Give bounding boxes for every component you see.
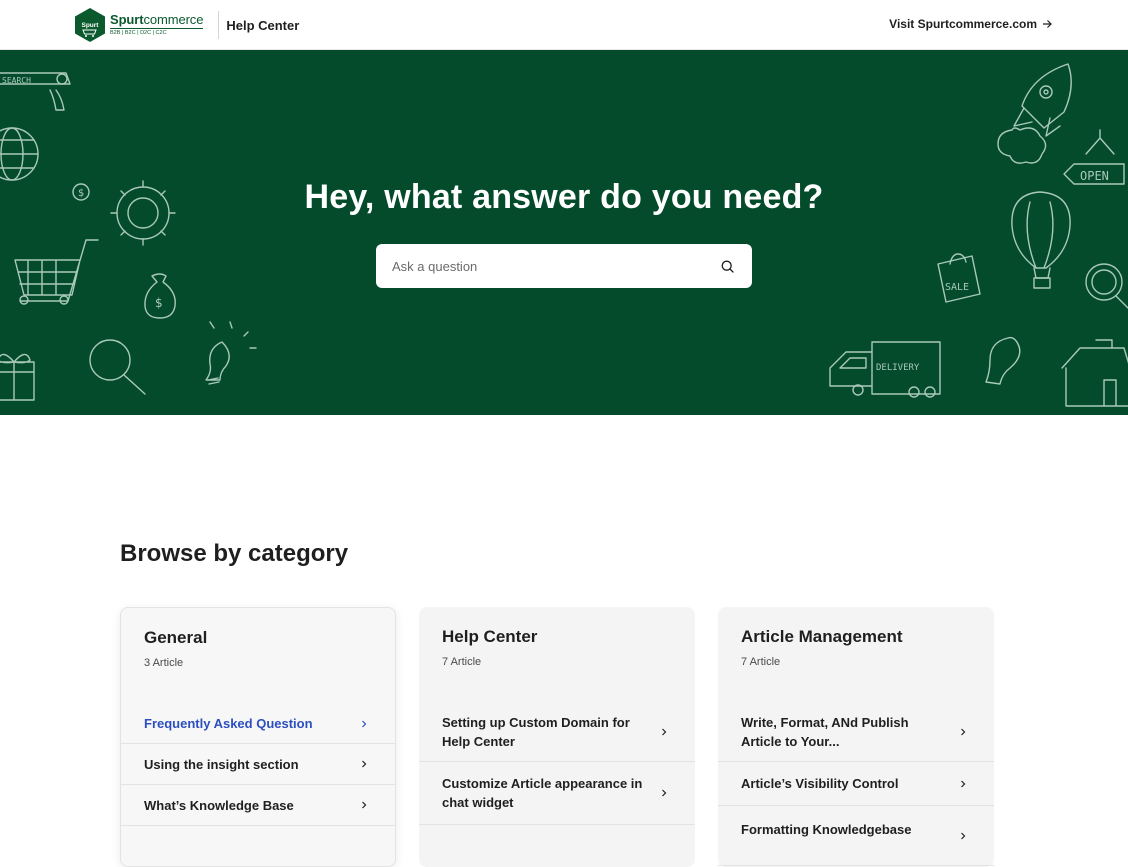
category-article-list: Frequently Asked Question Using the insi… xyxy=(121,704,395,826)
logo-icon: Spurt xyxy=(74,7,106,43)
search-button[interactable] xyxy=(718,257,736,275)
article-label: What’s Knowledge Base xyxy=(144,797,294,813)
chevron-right-icon xyxy=(961,832,966,840)
help-center-label: Help Center xyxy=(226,17,300,33)
article-link-visibility-control[interactable]: Article’s Visibility Control xyxy=(718,762,994,806)
category-title: Help Center xyxy=(442,627,538,646)
hero-title: Hey, what answer do you need? xyxy=(304,178,824,216)
category-article-count: 3 Article xyxy=(144,657,184,669)
hero-doodle-illustrations: SEARCH $ $ OPEN SALE DELIVERY xyxy=(0,63,1128,407)
article-label: Formatting Knowledgebase xyxy=(741,822,912,837)
logo-tagline: B2B | B2C | D2C | C2C xyxy=(110,28,204,37)
chevron-right-icon xyxy=(362,760,367,768)
article-label: Article’s Visibility Control xyxy=(741,776,899,791)
category-card-article-management[interactable]: Article Management 7 Article Write, Form… xyxy=(718,607,994,867)
article-link-write-format-publish[interactable]: Write, Format, ANd Publish Article to Yo… xyxy=(718,703,994,762)
search-bar xyxy=(376,244,752,288)
doodle-delivery-text: DELIVERY xyxy=(876,363,920,373)
article-label: Setting up Custom Domain for Help Center xyxy=(442,715,630,749)
doodle-sale-text: SALE xyxy=(945,282,969,293)
article-label: Frequently Asked Question xyxy=(144,716,313,731)
search-input[interactable] xyxy=(392,258,718,274)
logo-badge-text: Spurt xyxy=(82,22,100,29)
chevron-right-icon xyxy=(362,801,367,809)
search-icon xyxy=(721,260,734,273)
top-navigation-bar: Spurt Spurtcommerce B2B | B2C | D2C | C2… xyxy=(0,0,1128,50)
article-link-knowledge-base[interactable]: What’s Knowledge Base xyxy=(121,785,395,826)
chevron-right-icon xyxy=(662,789,667,797)
logo-wordmark: Spurtcommerce B2B | B2C | D2C | C2C xyxy=(110,13,203,37)
category-card-general[interactable]: General 3 Article Frequently Asked Quest… xyxy=(120,607,396,867)
category-article-list: Setting up Custom Domain for Help Center… xyxy=(419,703,695,825)
browse-section-title: Browse by category xyxy=(120,540,349,567)
category-article-count: 7 Article xyxy=(442,656,482,668)
brand[interactable]: Spurt Spurtcommerce B2B | B2C | D2C | C2… xyxy=(74,6,299,44)
article-label: Customize Article appearance in chat wid… xyxy=(442,776,643,810)
category-article-count: 7 Article xyxy=(741,656,781,668)
article-link-customize-appearance[interactable]: Customize Article appearance in chat wid… xyxy=(419,762,695,825)
arrow-right-icon xyxy=(1043,20,1052,28)
logo-name-bold: Spurt xyxy=(110,12,144,27)
logo-name-rest: commerce xyxy=(143,12,204,27)
hero-banner: SEARCH $ $ OPEN SALE DELIVERY Hey, what … xyxy=(0,50,1128,415)
logo-name: Spurtcommerce xyxy=(110,13,203,27)
article-link-faq[interactable]: Frequently Asked Question xyxy=(121,704,395,744)
category-title: Article Management xyxy=(741,627,903,646)
article-link-formatting-knowledgebase[interactable]: Formatting Knowledgebase xyxy=(718,806,994,866)
chevron-right-icon xyxy=(662,728,667,736)
brand-divider xyxy=(218,11,220,39)
article-label: Using the insight section xyxy=(144,756,299,772)
category-title: General xyxy=(144,628,208,647)
category-article-list: Write, Format, ANd Publish Article to Yo… xyxy=(718,703,994,866)
doodle-search-text: SEARCH xyxy=(2,76,31,85)
visit-site-link[interactable]: Visit Spurtcommerce.com xyxy=(889,17,1052,31)
svg-text:$: $ xyxy=(155,296,163,310)
visit-site-label: Visit Spurtcommerce.com xyxy=(889,17,1037,31)
chevron-right-icon xyxy=(961,728,966,736)
category-card-help-center[interactable]: Help Center 7 Article Setting up Custom … xyxy=(419,607,695,867)
article-link-insight-section[interactable]: Using the insight section xyxy=(121,744,395,785)
article-label: Write, Format, ANd Publish Article to Yo… xyxy=(741,715,909,749)
chevron-right-icon xyxy=(961,780,966,787)
chevron-right-icon xyxy=(362,720,367,727)
article-link-custom-domain[interactable]: Setting up Custom Domain for Help Center xyxy=(419,703,695,762)
